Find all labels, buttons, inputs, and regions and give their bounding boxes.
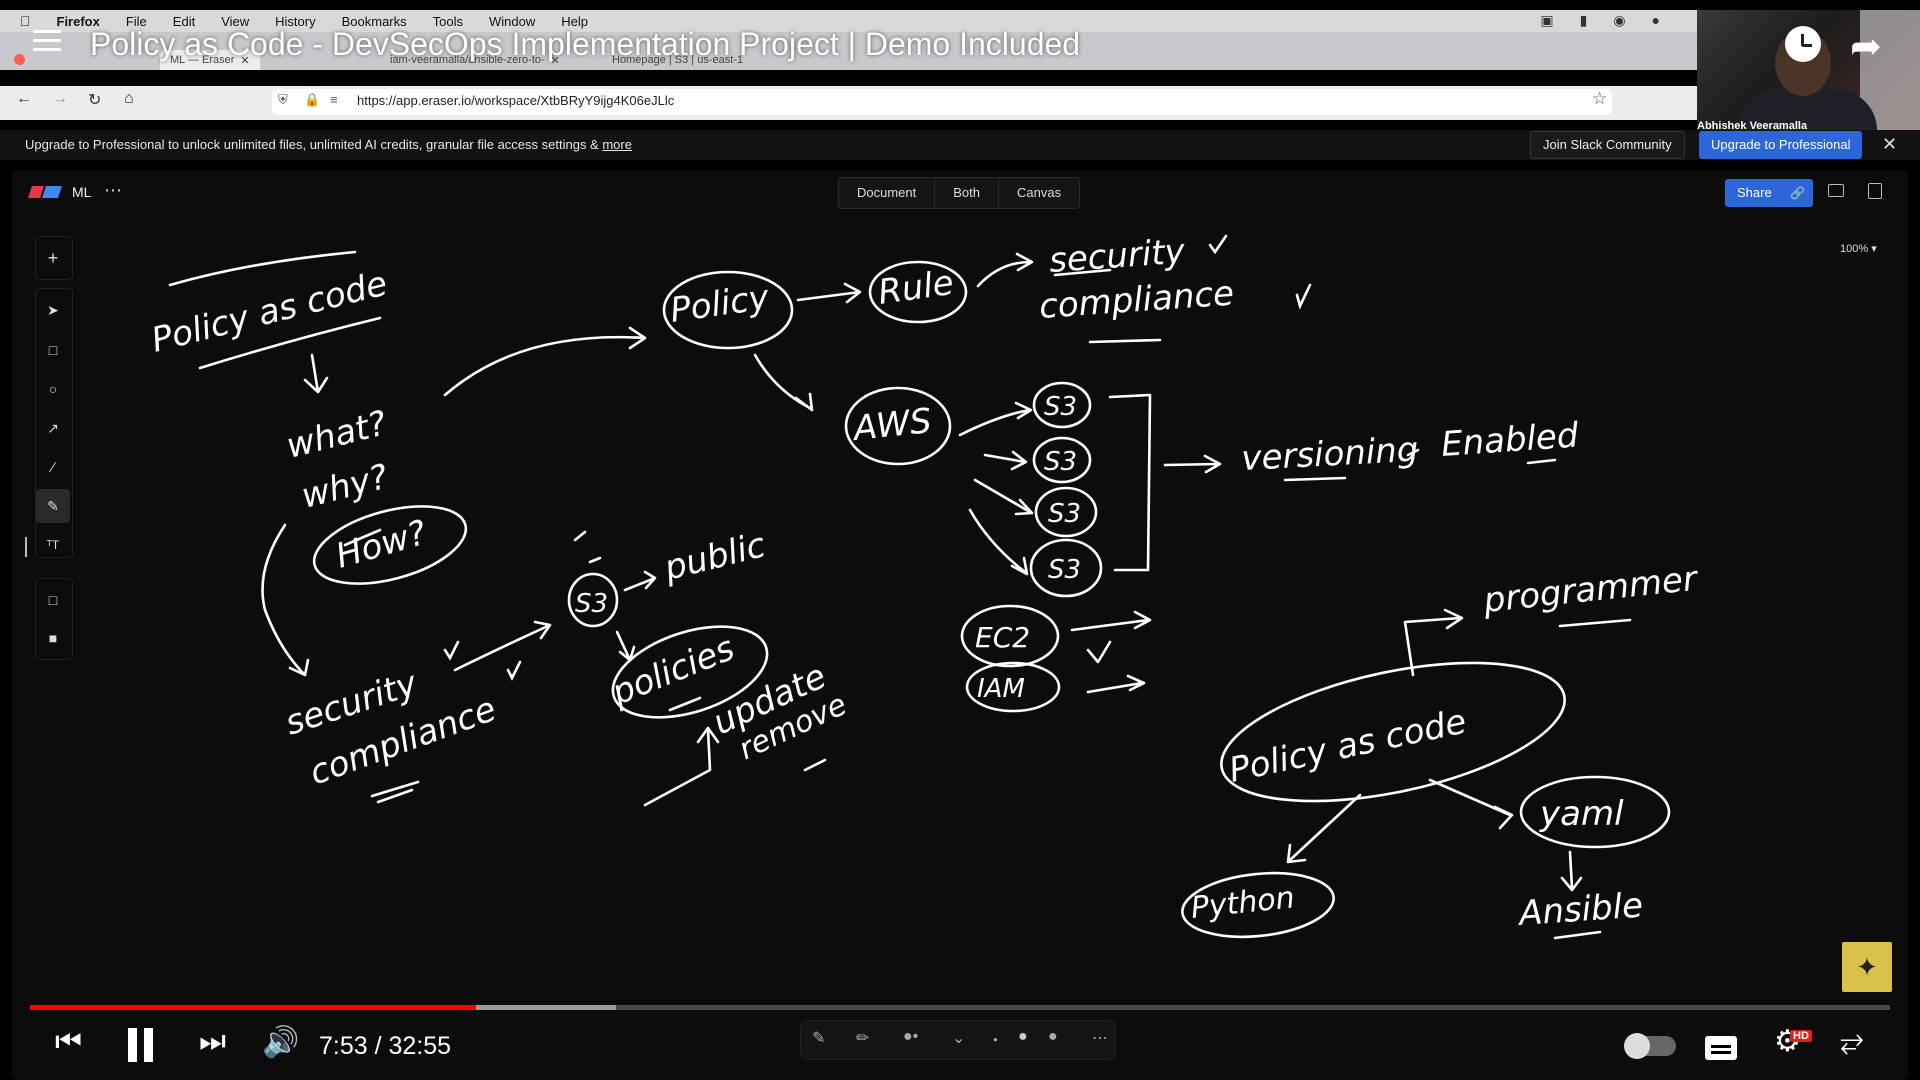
highlighter-icon[interactable]: ✏ <box>856 1028 869 1048</box>
reload-icon[interactable]: ↻ <box>88 90 101 110</box>
video-progress-bar[interactable] <box>30 1005 1890 1010</box>
comment-icon[interactable] <box>1828 184 1844 197</box>
back-arrow-icon[interactable]: ← <box>16 90 32 108</box>
tab-canvas[interactable]: Canvas <box>999 178 1079 208</box>
more-styles-icon[interactable]: ⋯ <box>1092 1028 1108 1048</box>
eraser-logo-icon[interactable] <box>28 186 62 198</box>
url-text[interactable]: https://app.eraser.io/workspace/XtbBRyY9… <box>357 93 674 108</box>
forward-arrow-icon[interactable]: → <box>52 90 68 108</box>
previous-video-icon[interactable]: ⏮ <box>55 1025 82 1059</box>
tab-document[interactable]: Document <box>839 178 936 208</box>
battery-icon[interactable]: ▮ <box>1580 12 1588 29</box>
hd-badge: HD <box>1790 1030 1812 1042</box>
eraser-canvas-area[interactable] <box>12 170 1908 1080</box>
stroke-size-medium-icon[interactable]: ● <box>1018 1028 1028 1046</box>
hamburger-menu-icon[interactable] <box>33 30 61 52</box>
frame-icon[interactable]: □ <box>36 583 70 617</box>
volume-icon[interactable]: 🔊 <box>262 1025 299 1060</box>
menu-status-icons: ▣ ▮ ◉ ● <box>1540 12 1660 29</box>
exit-fullscreen-icon[interactable]: ⥂ <box>1840 1024 1864 1058</box>
progress-played <box>30 1005 477 1010</box>
wifi-icon[interactable]: ● <box>1652 12 1660 29</box>
banner-text: Upgrade to Professional to unlock unlimi… <box>25 137 603 152</box>
share-arrow-icon[interactable]: ➦ <box>1850 24 1882 69</box>
view-mode-toggle: Document Both Canvas <box>838 177 1081 209</box>
add-icon[interactable]: + <box>36 241 70 275</box>
subtitles-icon[interactable] <box>1705 1036 1737 1060</box>
arrow-icon[interactable]: ↗ <box>36 411 70 445</box>
time-display: 7:53 / 32:55 <box>319 1032 452 1060</box>
video-title[interactable]: Policy as Code - DevSecOps Implementatio… <box>90 26 1080 63</box>
pause-icon[interactable] <box>128 1028 154 1062</box>
share-label: Share <box>1737 185 1772 200</box>
lock-icon[interactable]: ◉ <box>1613 12 1625 29</box>
pen-style-icon[interactable]: ✎ <box>812 1028 825 1048</box>
pencil-icon[interactable]: ✎ <box>36 489 70 523</box>
tab-both[interactable]: Both <box>935 178 999 208</box>
circle-icon[interactable]: ○ <box>36 372 70 406</box>
window-close-button[interactable] <box>14 54 25 65</box>
chevron-down-icon[interactable]: ⌄ <box>952 1028 965 1048</box>
stroke-size-large-icon[interactable]: ● <box>1048 1028 1058 1046</box>
stroke-size-small-icon[interactable]: ● <box>993 1035 998 1044</box>
banner-more-link[interactable]: more <box>602 137 632 152</box>
tool-selection-indicator <box>25 537 27 557</box>
line-icon[interactable]: ∕ <box>36 450 70 484</box>
screen-icon[interactable]: ▣ <box>1540 12 1553 29</box>
upgrade-button[interactable]: Upgrade to Professional <box>1699 131 1863 159</box>
panel-toggle-icon[interactable] <box>1868 183 1882 199</box>
padlock-icon[interactable]: 🔒 <box>304 92 320 108</box>
file-name[interactable]: ML <box>72 184 91 200</box>
permissions-icon[interactable]: ≡ <box>330 92 338 107</box>
watch-later-clock-icon[interactable] <box>1785 26 1821 62</box>
eraser-ai-badge-icon[interactable]: ✦ <box>1842 942 1892 992</box>
text-icon[interactable]: ᵀT <box>36 528 70 562</box>
bookmark-star-icon[interactable]: ☆ <box>1592 89 1607 109</box>
shield-icon[interactable]: ⛨ <box>278 92 288 108</box>
banner-message: Upgrade to Professional to unlock unlimi… <box>25 137 632 152</box>
home-icon[interactable]: ⌂ <box>124 90 134 108</box>
autoplay-toggle[interactable] <box>1624 1033 1676 1059</box>
link-icon: 🔗 <box>1790 186 1805 200</box>
stroke-color-icon[interactable]: ●• <box>903 1028 918 1046</box>
rectangle-icon[interactable]: □ <box>36 333 70 367</box>
share-button[interactable]: Share 🔗 <box>1725 179 1813 207</box>
more-options-icon[interactable]: ⋯ <box>104 180 122 201</box>
next-video-icon[interactable]: ⏭ <box>199 1025 226 1059</box>
pointer-icon[interactable]: ➤ <box>36 293 70 327</box>
close-banner-icon[interactable]: ✕ <box>1882 134 1897 155</box>
sticky-note-icon[interactable]: ■ <box>36 621 70 655</box>
apple-icon[interactable]:  <box>20 13 31 29</box>
join-slack-button[interactable]: Join Slack Community <box>1530 131 1685 159</box>
zoom-level[interactable]: 100% ▾ <box>1840 242 1877 255</box>
